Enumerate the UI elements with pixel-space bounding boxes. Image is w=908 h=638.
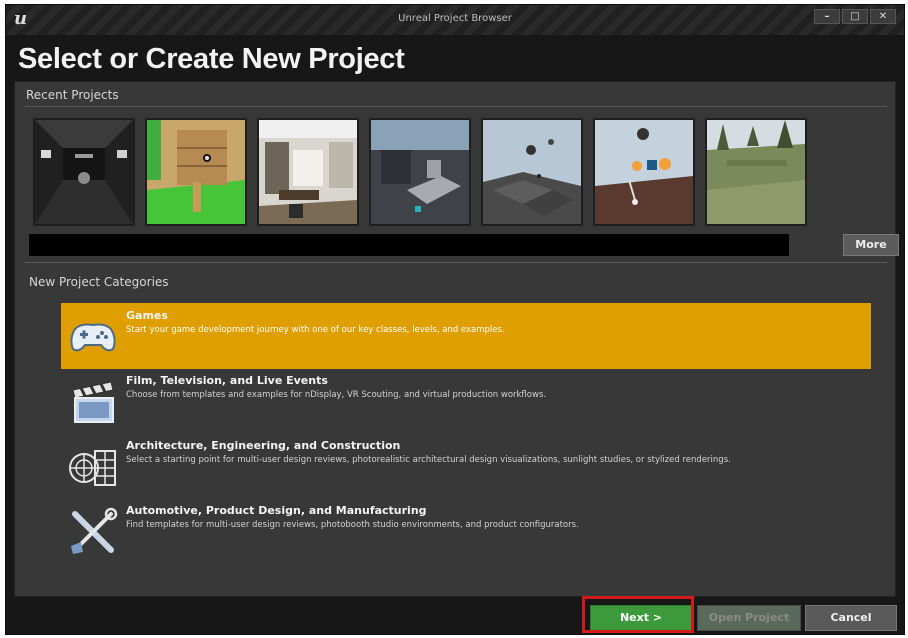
thumbnail-4[interactable] xyxy=(369,118,471,226)
category-description: Choose from templates and examples for n… xyxy=(126,390,547,400)
category-title: Film, Television, and Live Events xyxy=(126,374,328,387)
category-automotive[interactable]: Automotive, Product Design, and Manufact… xyxy=(61,498,871,564)
open-project-button[interactable]: Open Project xyxy=(697,605,801,631)
minimize-button[interactable]: – xyxy=(814,9,840,24)
clapperboard-icon xyxy=(67,376,119,426)
maximize-button[interactable]: □ xyxy=(842,9,868,24)
thumbnail-5[interactable] xyxy=(481,118,583,226)
title-bar[interactable]: u Unreal Project Browser – □ ✕ xyxy=(6,5,904,35)
more-button[interactable]: More xyxy=(843,234,899,256)
category-description: Start your game development journey with… xyxy=(126,325,505,335)
thumbnail-7[interactable] xyxy=(705,118,807,226)
categories-label: New Project Categories xyxy=(29,275,169,289)
window-title: Unreal Project Browser xyxy=(398,13,512,24)
next-button-highlight xyxy=(582,596,694,633)
category-title: Automotive, Product Design, and Manufact… xyxy=(126,504,427,517)
category-description: Find templates for multi-user design rev… xyxy=(126,520,579,530)
category-title: Architecture, Engineering, and Construct… xyxy=(126,439,401,452)
recent-projects-label: Recent Projects xyxy=(26,88,119,102)
page-title: Select or Create New Project xyxy=(18,43,405,75)
gamepad-icon xyxy=(67,311,119,361)
categories-divider xyxy=(25,262,887,263)
redacted-project-names xyxy=(29,234,789,256)
thumbnail-3[interactable] xyxy=(257,118,359,226)
thumbnail-6[interactable] xyxy=(593,118,695,226)
cancel-button[interactable]: Cancel xyxy=(805,605,897,631)
category-title: Games xyxy=(126,309,168,322)
project-browser-window: u Unreal Project Browser – □ ✕ Select or… xyxy=(5,4,905,635)
category-games[interactable]: Games Start your game development journe… xyxy=(61,303,871,369)
browser-panel: Recent Projects More New Project Categor… xyxy=(14,81,899,597)
category-architecture[interactable]: Architecture, Engineering, and Construct… xyxy=(61,433,871,499)
building-icon xyxy=(67,441,119,491)
thumbnail-1[interactable] xyxy=(33,118,135,226)
tools-icon xyxy=(67,506,119,556)
recent-divider xyxy=(25,106,887,107)
category-description: Select a starting point for multi-user d… xyxy=(126,455,731,465)
close-button[interactable]: ✕ xyxy=(870,9,896,24)
category-film[interactable]: Film, Television, and Live Events Choose… xyxy=(61,368,871,434)
thumbnail-2[interactable] xyxy=(145,118,247,226)
